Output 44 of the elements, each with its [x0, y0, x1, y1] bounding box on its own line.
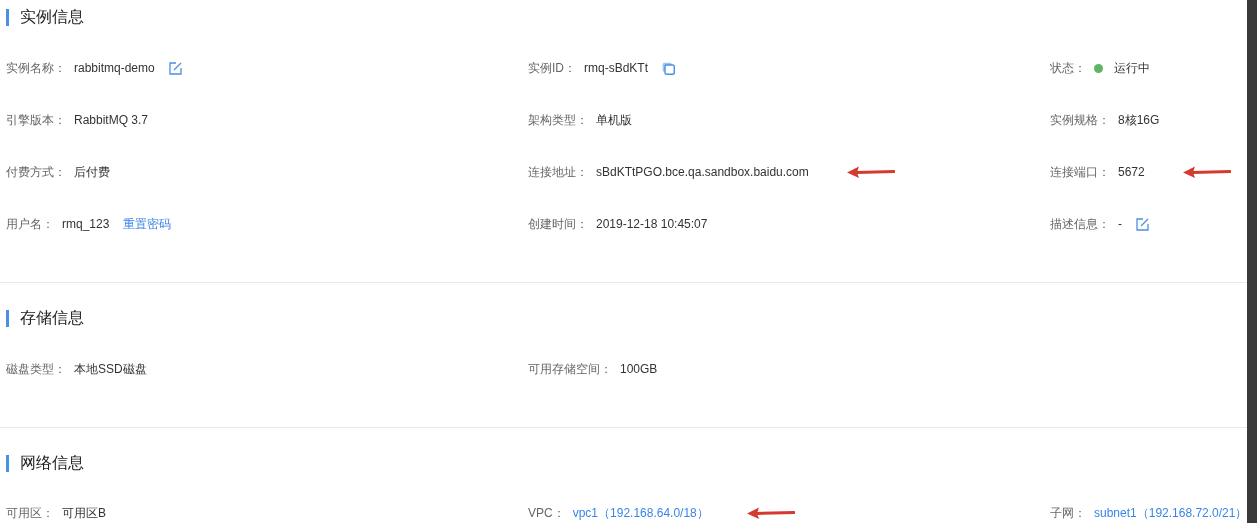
field-link[interactable]: subnet1（192.168.72.0/21） [1094, 504, 1248, 522]
section-marker [6, 454, 9, 472]
field-label: 可用存储空间： [528, 360, 612, 378]
field-value: 运行中 [1114, 59, 1150, 77]
field-label: 连接地址： [528, 163, 588, 181]
field-value: 后付费 [74, 163, 110, 181]
field-value: 5672 [1118, 165, 1145, 179]
field-label: 连接端口： [1050, 163, 1110, 181]
field-value: - [1118, 217, 1122, 231]
field-value: 本地SSD磁盘 [74, 360, 147, 378]
field-label: 状态： [1050, 59, 1086, 77]
field-value: 8核16G [1118, 111, 1160, 129]
field-label: 用户名： [6, 215, 54, 233]
section-title: 实例信息 [20, 6, 84, 27]
field-label: 磁盘类型： [6, 360, 66, 378]
field-label: 实例规格： [1050, 111, 1110, 129]
field-value: 2019-12-18 10:45:07 [596, 217, 708, 231]
field-label: 实例ID： [528, 59, 576, 77]
section-title: 网络信息 [20, 452, 84, 473]
section-title: 存储信息 [20, 307, 84, 328]
field-value: rmq-sBdKTt [584, 61, 648, 75]
edit-icon[interactable] [168, 61, 182, 75]
field-value: 可用区B [62, 504, 106, 522]
field-label: VPC： [528, 504, 565, 522]
field-value: 单机版 [596, 111, 632, 129]
reset-password-link[interactable]: 重置密码 [123, 215, 172, 233]
field-value: rmq_123 [62, 217, 110, 231]
field-value: sBdKTtPGO.bce.qa.sandbox.baidu.com [596, 165, 809, 179]
field-link[interactable]: vpc1（192.168.64.0/18） [572, 504, 709, 522]
copy-icon[interactable] [662, 61, 675, 75]
field-label: 创建时间： [528, 215, 588, 233]
field-value: RabbitMQ 3.7 [74, 113, 149, 127]
edit-icon[interactable] [1136, 217, 1149, 231]
field-value: 100GB [620, 362, 658, 376]
section-marker [6, 8, 9, 26]
field-label: 付费方式： [6, 163, 66, 181]
field-label: 架构类型： [528, 111, 588, 129]
field-value: rabbitmq-demo [74, 61, 155, 75]
field-label: 描述信息： [1050, 215, 1110, 233]
field-label: 实例名称： [6, 59, 66, 77]
field-label: 可用区： [6, 504, 54, 522]
field-label: 引擎版本： [6, 111, 66, 129]
section-marker [6, 309, 9, 327]
field-label: 子网： [1050, 504, 1086, 522]
